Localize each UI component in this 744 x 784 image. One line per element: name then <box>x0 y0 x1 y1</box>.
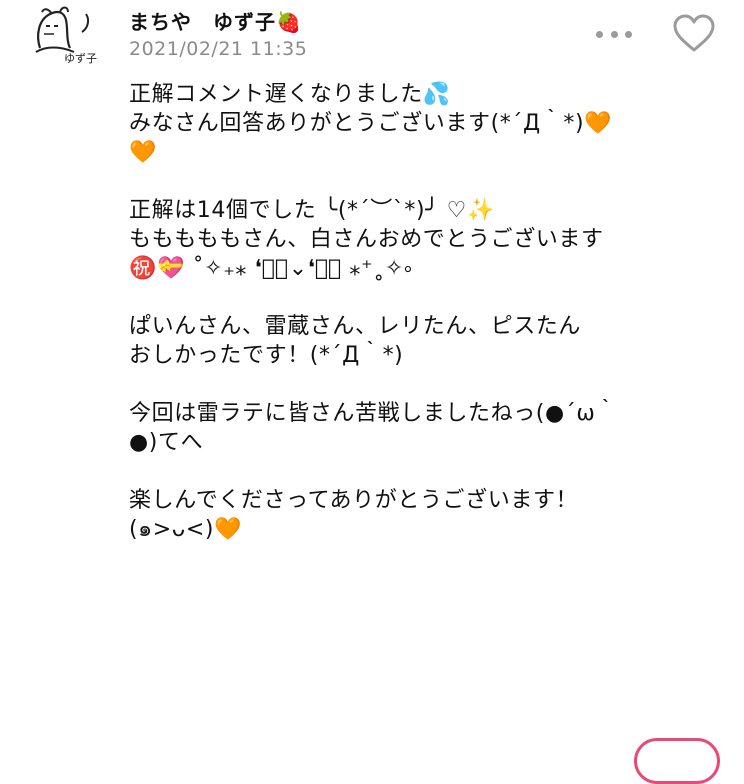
post-timestamp: 2021/02/21 11:35 <box>129 38 308 60</box>
comment-line: ぱいんさん、雷蔵さん、レリたん、ピスたん <box>129 314 582 339</box>
comment-blank-line <box>129 167 729 196</box>
more-dot <box>625 30 632 38</box>
comment-line: 今回は雷ラテに皆さん苦戦しましたねっ(●´ω｀ <box>129 401 619 426</box>
comment-line: 正解コメント遅くなりました💦 <box>129 82 451 107</box>
comment-line: 🧡 <box>129 140 157 165</box>
author-name[interactable]: まちや ゆず子🍓 <box>129 6 302 35</box>
comment-line: おしかったです！(*´Д｀*) <box>129 343 404 368</box>
comment-line: (๑>ᴗ<)🧡 <box>129 517 243 542</box>
more-button[interactable] <box>596 28 632 40</box>
more-dot <box>596 30 603 38</box>
heart-outline-icon <box>673 14 715 52</box>
comment-blank-line <box>129 283 729 312</box>
comment-blank-line <box>129 370 729 399</box>
comment-line: みなさん回答ありがとうございます(*´Д｀*)🧡 <box>129 111 613 136</box>
comment-line: ㊗️💝 ˚✧₊⁎ ❛ัั⌄❛ัั ⁎⁺˳✧༚ <box>129 256 413 281</box>
like-button[interactable] <box>672 14 716 54</box>
comment-line: もももももさん、白さんおめでとうございます <box>129 227 604 252</box>
comment-line: 楽しんでくださってありがとうございます！ <box>129 488 579 513</box>
comment-blank-line <box>129 457 729 486</box>
svg-text:ゆず子: ゆず子 <box>64 52 97 64</box>
comment-body: 正解コメント遅くなりました💦 みなさん回答ありがとうございます(*´Д｀*)🧡 … <box>129 80 729 544</box>
more-dot <box>610 30 618 38</box>
comment-line: 正解は14個でした ╰(*´︶`*)╯ ♡✨ <box>129 198 495 223</box>
comment-line: ●)てへ <box>129 430 204 455</box>
floating-button[interactable] <box>634 738 720 784</box>
sketch-avatar-icon: ゆず子 <box>35 6 97 65</box>
avatar[interactable]: ゆず子 <box>30 6 98 65</box>
